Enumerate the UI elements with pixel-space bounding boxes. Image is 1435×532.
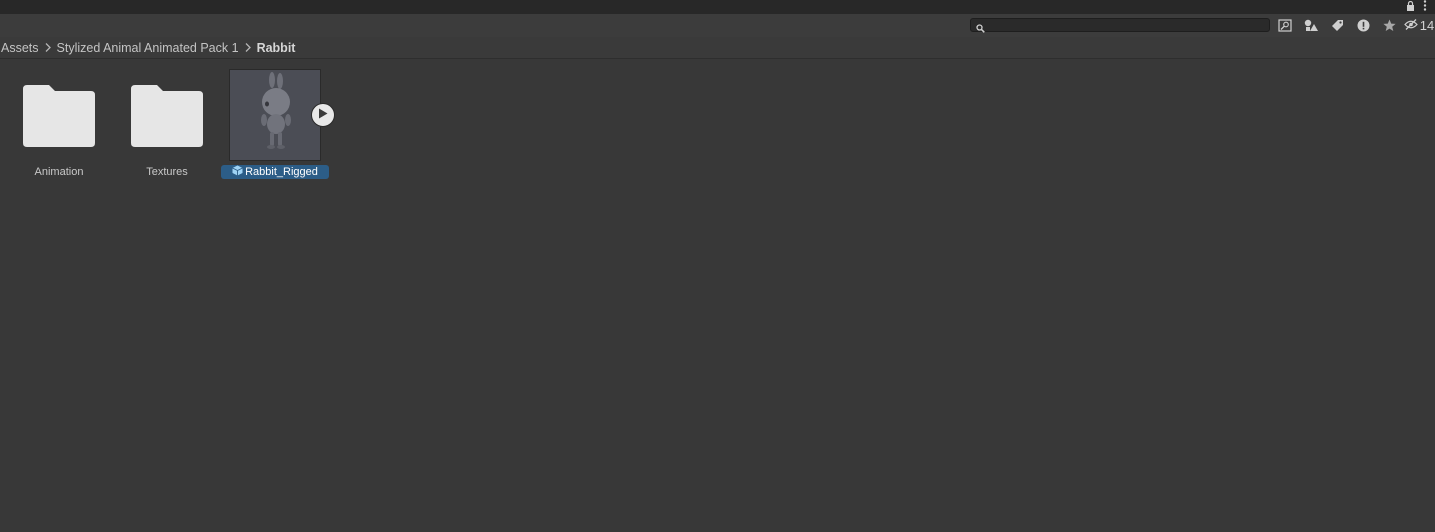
log-filter-icon[interactable] — [1350, 17, 1376, 34]
breadcrumb: Assets Stylized Animal Animated Pack 1 R… — [0, 37, 1435, 59]
selected-asset-label[interactable]: Rabbit_Rigged — [221, 165, 329, 179]
hidden-packages-icon — [1403, 17, 1418, 35]
model-preview-thumbnail[interactable] — [229, 69, 321, 161]
asset-label: Animation — [34, 166, 84, 178]
project-toolbar: 14 — [0, 14, 1435, 38]
search-icon — [976, 20, 985, 38]
chevron-right-icon — [40, 43, 56, 52]
label-filter-icon[interactable] — [1324, 17, 1350, 34]
rabbit-model-icon — [261, 72, 291, 149]
folder-icon — [23, 85, 95, 152]
search-field[interactable] — [970, 18, 1270, 33]
window-titlebar — [0, 0, 1435, 14]
play-icon — [318, 106, 328, 124]
asset-grid: Animation Textures Rabbit_Rigged — [0, 59, 1435, 532]
asset-folder-animation[interactable]: Animation — [18, 79, 100, 189]
chevron-right-icon — [240, 43, 256, 52]
asset-label: Textures — [146, 166, 188, 178]
prefab-model-icon — [232, 165, 243, 179]
folder-icon — [131, 85, 203, 152]
hidden-packages-count: 14 — [1419, 18, 1435, 33]
asset-label: Rabbit_Rigged — [245, 166, 318, 178]
scene-search-icon[interactable] — [1272, 17, 1298, 34]
search-input[interactable] — [987, 19, 1257, 31]
breadcrumb-assets[interactable]: Assets — [0, 41, 40, 55]
type-filter-icon[interactable] — [1298, 17, 1324, 34]
hidden-packages-toggle[interactable]: 14 — [1402, 17, 1435, 34]
breadcrumb-pack[interactable]: Stylized Animal Animated Pack 1 — [56, 41, 240, 55]
breadcrumb-rabbit[interactable]: Rabbit — [256, 41, 297, 55]
asset-folder-textures[interactable]: Textures — [126, 79, 208, 189]
expand-play-button[interactable] — [311, 103, 335, 127]
favorite-icon[interactable] — [1376, 17, 1402, 34]
